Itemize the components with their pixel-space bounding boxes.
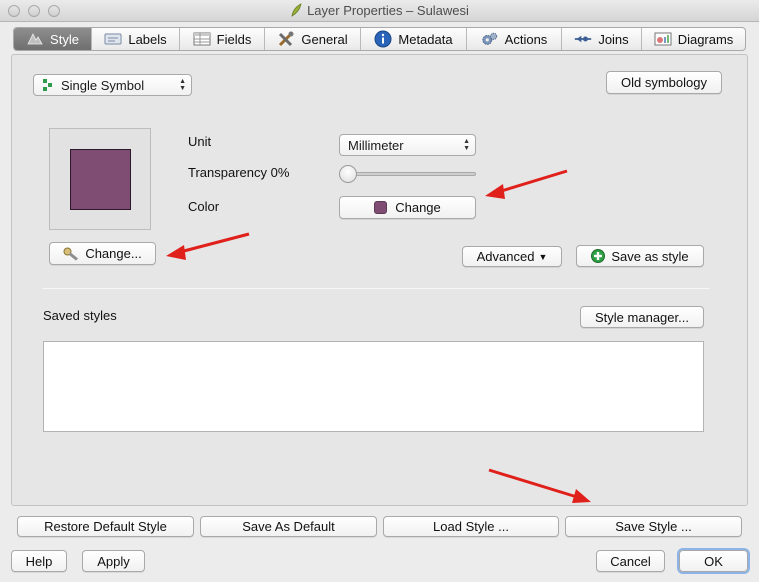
annotation-arrow-change-symbol [166, 232, 250, 260]
annotation-arrow-save-style [488, 468, 591, 503]
annotation-arrows [166, 169, 591, 503]
annotation-arrow-color [485, 169, 568, 199]
